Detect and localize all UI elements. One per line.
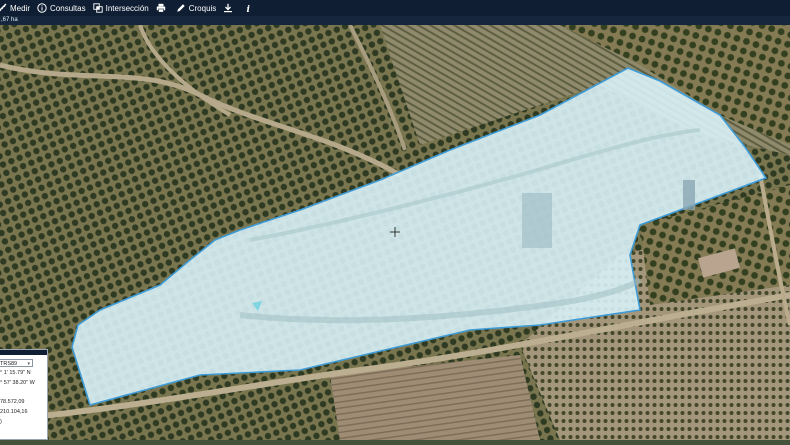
svg-text:i: i [247,5,251,13]
queries-tool-button[interactable]: Consultas [37,0,86,16]
area-readout: ,67 ha [1,17,18,23]
crs-value: TRS89 [0,361,18,367]
chevron-down-icon: ▾ [27,361,30,367]
aerial-map[interactable] [0,24,790,440]
sketch-tool-button[interactable]: Croquis [176,0,217,16]
info-tool-button[interactable]: i [243,0,256,16]
x-coordinate-value: 78.572,09 [0,399,25,405]
map-view[interactable] [0,24,790,440]
download-tool-button[interactable] [223,0,236,16]
intersection-tool-button[interactable]: Intersección [92,0,149,16]
intersection-label: Intersección [105,3,149,13]
ruler-icon [0,3,7,13]
intersection-icon [92,3,103,13]
measure-tool-button[interactable]: Medir [0,0,30,16]
info-i-icon: i [243,3,253,13]
print-tool-button[interactable] [156,0,169,16]
download-icon [223,3,233,13]
sketch-label: Croquis [188,3,217,13]
small-structure [683,180,695,210]
queries-label: Consultas [50,3,86,13]
print-icon [156,3,166,13]
latitude-value: ° 1' 15.79" N [0,370,31,376]
measure-label: Medir [10,3,31,13]
coordinate-panel: TRS89 ▾ ° 1' 15.79" N ° 57' 38.20" W 78.… [0,349,48,440]
crs-select[interactable]: TRS89 ▾ [0,359,33,367]
coordinate-panel-header [0,350,47,355]
extra-coordinate-value: ) [0,419,2,425]
top-toolbar: Medir Consultas Intersección Croquis i [0,0,790,16]
pencil-icon [176,3,186,13]
pond-feature [522,193,552,248]
area-readout-bar: ,67 ha [0,16,790,25]
y-coordinate-value: 210.104,16 [0,409,28,415]
info-circle-icon [37,3,47,13]
longitude-value: ° 57' 38.20" W [0,380,35,386]
